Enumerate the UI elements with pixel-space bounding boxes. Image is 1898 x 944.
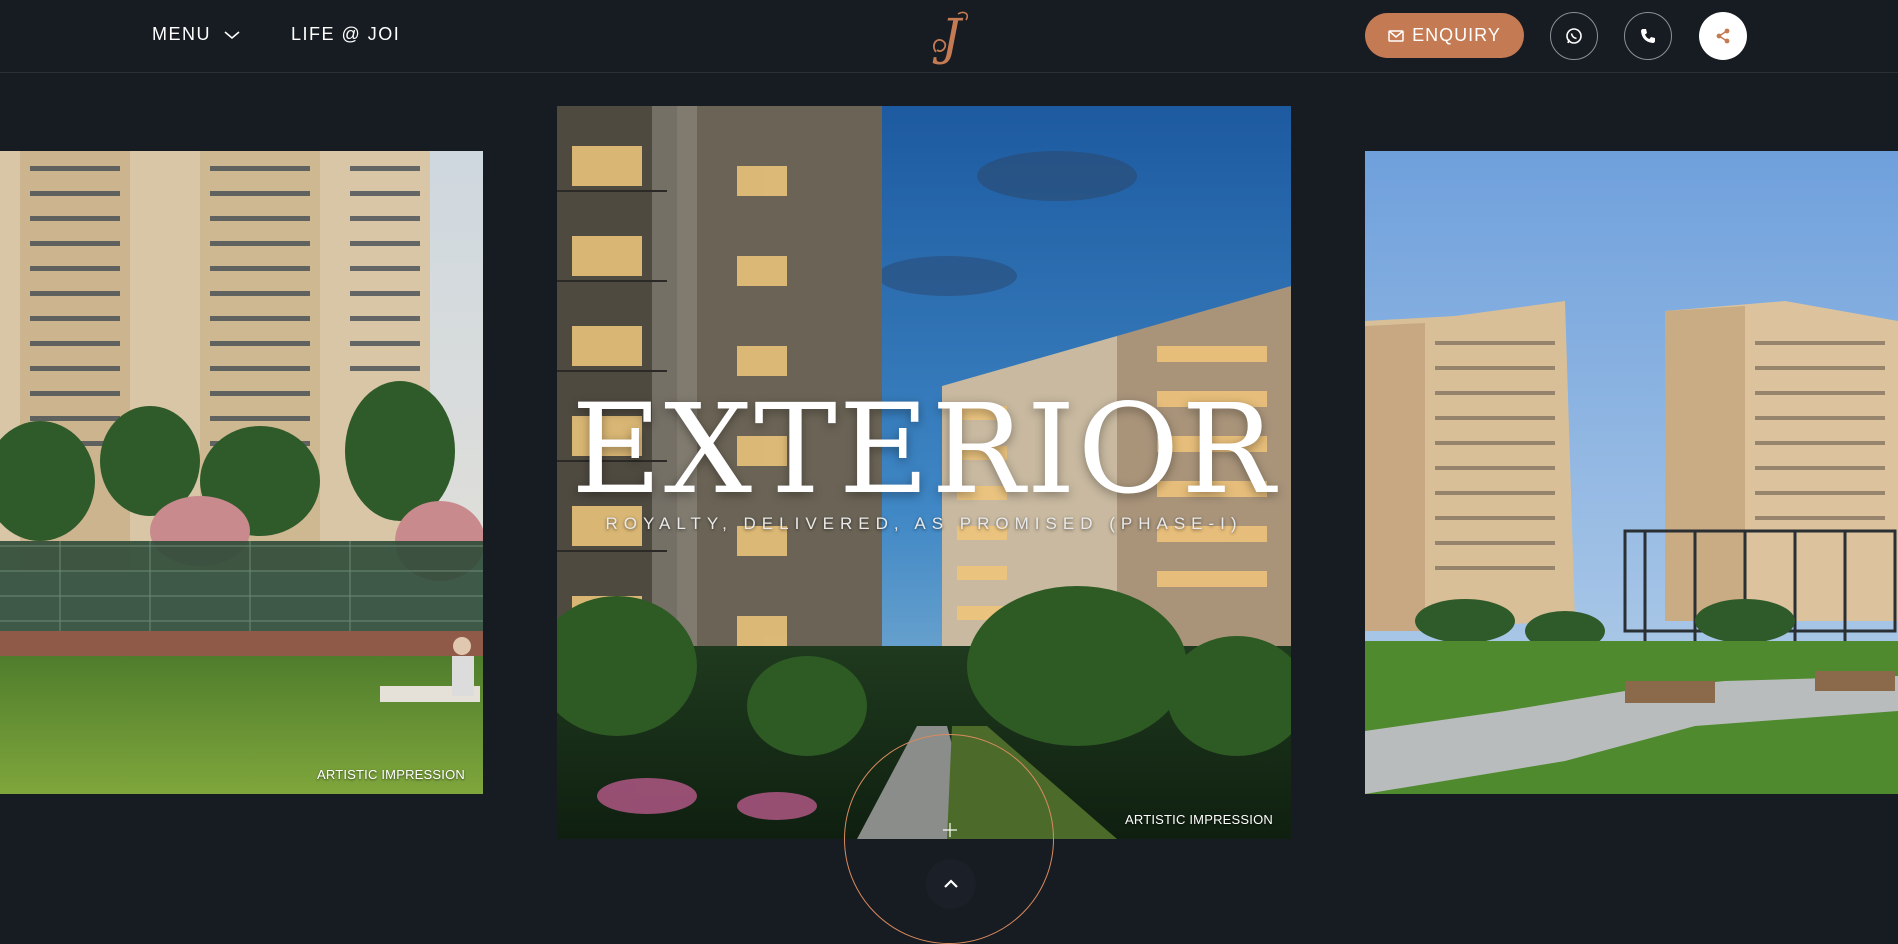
phone-icon	[1641, 29, 1655, 43]
nav-link-life-at-joi[interactable]: LIFE @ JOI	[291, 24, 400, 45]
menu-button[interactable]: MENU	[152, 24, 241, 45]
scroll-up-button[interactable]	[926, 859, 976, 909]
whatsapp-icon	[1566, 28, 1582, 44]
slide-right[interactable]	[1365, 151, 1898, 794]
chevron-down-icon	[224, 30, 240, 39]
site-header: MENU LIFE @ JOI J ENQUIRY	[0, 0, 1898, 73]
hero-title: EXTERIOR	[571, 378, 1277, 522]
scroll-indicator-ring	[844, 734, 1054, 944]
enquiry-label: ENQUIRY	[1412, 25, 1501, 45]
slide-left[interactable]: ARTISTIC IMPRESSION	[0, 151, 483, 794]
svg-text:J: J	[932, 8, 964, 66]
envelope-icon	[1388, 29, 1404, 42]
hero-title-block: EXTERIOR ROYALTY, DELIVERED, AS PROMISED…	[557, 380, 1291, 534]
slide-center-caption: ARTISTIC IMPRESSION	[1124, 812, 1273, 827]
slide-left-caption: ARTISTIC IMPRESSION	[316, 767, 465, 782]
menu-label: MENU	[152, 24, 211, 44]
plus-icon	[943, 823, 957, 837]
chevron-up-icon	[944, 879, 958, 888]
enquiry-button[interactable]: ENQUIRY	[1365, 13, 1524, 58]
whatsapp-button[interactable]	[1550, 12, 1598, 60]
slide-left-image	[0, 151, 483, 794]
hero-subtitle: ROYALTY, DELIVERED, AS PROMISED (PHASE-I…	[605, 514, 1243, 533]
logo-icon[interactable]: J	[928, 8, 974, 66]
share-icon	[1716, 28, 1730, 44]
slide-right-image	[1365, 151, 1898, 794]
share-button[interactable]	[1699, 12, 1747, 60]
phone-button[interactable]	[1624, 12, 1672, 60]
